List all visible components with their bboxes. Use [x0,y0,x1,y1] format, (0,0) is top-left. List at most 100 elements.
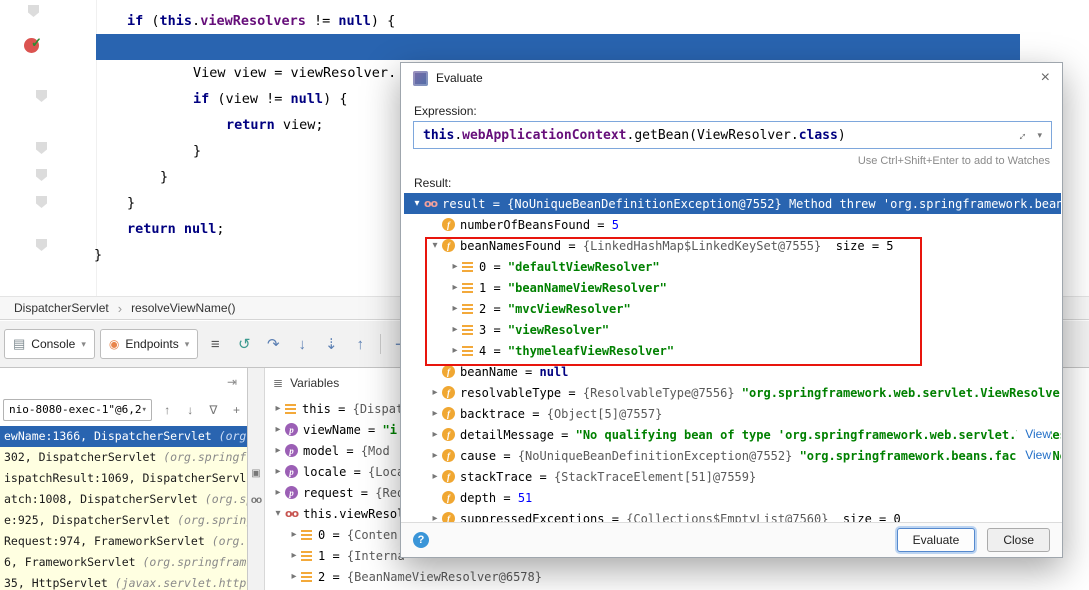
close-icon[interactable]: × [1041,70,1050,86]
frame-row-selected[interactable]: ewName:1366, DispatcherServlet (org.sp [0,426,247,447]
evaluate-button[interactable]: Evaluate [897,528,976,552]
result-row[interactable]: ▸ 2 = "mvcViewResolver" [404,298,1061,319]
result-row[interactable]: ▸ 3 = "viewResolver" [404,319,1061,340]
result-row[interactable]: ▸ f stackTrace = {StackTraceElement[51]@… [404,466,1061,487]
step-over-icon[interactable]: ↷ [261,335,285,353]
chevron-down-icon: ▾ [185,339,190,350]
result-row[interactable]: f numberOfBeansFound = 5 [404,214,1061,235]
result-row[interactable]: f depth = 51 [404,487,1061,508]
console-icon: ▤ [13,336,25,352]
frames-list: ewName:1366, DispatcherServlet (org.sp 3… [0,426,247,590]
tree-expander-icon[interactable]: ▸ [448,345,462,356]
hide-frames-icon[interactable]: ∇ [206,403,221,417]
tab-endpoints[interactable]: ◉ Endpoints ▾ [100,329,198,359]
step-into-icon[interactable]: ↓ [290,336,314,353]
tree-expander-icon[interactable]: ▸ [448,324,462,335]
code-line[interactable]: } [94,242,102,268]
tree-expander-icon[interactable]: ▸ [287,571,301,582]
parameter-icon: p [285,423,298,436]
result-label: Result: [414,176,451,190]
previous-frame-icon[interactable]: ↑ [160,403,175,417]
tree-expander-icon[interactable]: ▸ [271,466,285,477]
view-link[interactable]: View [1017,445,1051,466]
thread-row: nio-8080-exec-1"@6,2 ▾ ↑ ↓ ∇ + [0,396,247,423]
chevron-down-icon[interactable]: ▾ [1037,130,1042,141]
result-row[interactable]: ▸ f detailMessage = "No qualifying bean … [404,424,1061,445]
result-row[interactable]: ▸ 1 = "beanNameViewResolver" [404,277,1061,298]
frame-row[interactable]: ispatchResult:1069, DispatcherServlet (o… [0,468,247,489]
add-icon[interactable]: + [229,403,244,417]
frame-row[interactable]: 35, HttpServlet (javax.servlet.http) [0,573,247,590]
frame-row[interactable]: e:925, DispatcherServlet (org.springfram… [0,510,247,531]
code-line-current[interactable]: for (ViewResolver viewResolver : this.vi… [160,34,862,60]
code-line[interactable]: View view = viewResolver. [193,60,396,86]
field-icon: f [442,449,455,462]
copy-stack-icon[interactable]: ▣ [251,468,260,479]
next-frame-icon[interactable]: ↓ [183,403,198,417]
tree-expander-icon[interactable]: ▸ [271,445,285,456]
thread-selector[interactable]: nio-8080-exec-1"@6,2 ▾ [3,399,152,421]
help-icon[interactable]: ? [413,532,429,548]
step-out-icon[interactable]: ↑ [348,336,372,353]
tree-expander-icon[interactable]: ▸ [287,550,301,561]
tree-expander-icon[interactable]: ▸ [428,408,442,419]
result-row[interactable]: ▸ f cause = {NoUniqueBeanDefinitionExcep… [404,445,1061,466]
result-row[interactable]: f beanName = null [404,361,1061,382]
tree-expander-icon[interactable]: ▸ [428,471,442,482]
tree-expander-icon[interactable]: ▾ [428,240,442,251]
watch-icon: oo [285,507,298,520]
frame-row[interactable]: Request:974, FrameworkServlet (org.sprin [0,531,247,552]
variable-row[interactable]: ▸ 2 = {BeanNameViewResolver@6578} [265,566,1089,587]
bookmark-icon [36,169,47,181]
breadcrumb-class[interactable]: DispatcherServlet [14,301,109,315]
frame-row[interactable]: atch:1008, DispatcherServlet (org.spring… [0,489,247,510]
result-row[interactable]: ▸ f resolvableType = {ResolvableType@755… [404,382,1061,403]
menu-icon[interactable]: ≣ [273,376,283,390]
frame-row[interactable]: 302, DispatcherServlet (org.springframew [0,447,247,468]
dialog-footer: ? Evaluate Close [401,522,1062,557]
view-link[interactable]: View [1017,424,1051,445]
tree-expander-icon[interactable]: ▸ [271,487,285,498]
tree-expander-icon[interactable]: ▸ [287,529,301,540]
breakpoint-verified-check-icon: ✓ [31,35,42,51]
result-row[interactable]: ▸ f backtrace = {Object[5]@7557} [404,403,1061,424]
result-icon: oo [424,197,437,210]
code-line[interactable]: } [127,190,135,216]
result-row[interactable]: ▸ 0 = "defaultViewResolver" [404,256,1061,277]
frames-panel-header: ⇥ [0,368,247,396]
layout-menu-icon[interactable]: ≡ [203,336,227,353]
tree-expander-icon[interactable]: ▸ [448,303,462,314]
code-line[interactable]: if (this.viewResolvers != null) { [127,8,395,34]
expand-icon[interactable]: ↔ [1012,126,1030,144]
breadcrumb-method[interactable]: resolveViewName() [131,301,235,315]
focus-frame-icon[interactable]: ⇥ [227,375,237,389]
code-line[interactable]: } [193,138,201,164]
result-row[interactable]: ▾ f beanNamesFound = {LinkedHashMap$Link… [404,235,1061,256]
result-row-selected[interactable]: ▾ oo result = {NoUniqueBeanDefinitionExc… [404,193,1061,214]
tree-expander-icon[interactable]: ▸ [448,261,462,272]
code-line[interactable]: return null; [127,216,225,242]
frame-row[interactable]: 6, FrameworkServlet (org.springframewo [0,552,247,573]
tree-expander-icon[interactable]: ▸ [448,282,462,293]
watches-icon[interactable]: oo [251,495,261,506]
tab-console[interactable]: ▤ Console ▾ [4,329,95,359]
tree-expander-icon[interactable]: ▸ [271,403,285,414]
expression-label: Expression: [414,104,477,118]
result-row[interactable]: ▸ 4 = "thymeleafViewResolver" [404,340,1061,361]
tree-expander-icon[interactable]: ▸ [428,429,442,440]
expression-input[interactable]: this.webApplicationContext.getBean(ViewR… [413,121,1052,149]
tab-label: Console [31,337,75,351]
code-line[interactable]: if (view != null) { [193,86,347,112]
rerun-icon[interactable]: ↺ [232,335,256,353]
code-line[interactable]: return view; [226,112,324,138]
tree-expander-icon[interactable]: ▸ [428,450,442,461]
code-line[interactable]: } [160,164,168,190]
parameter-icon: p [285,444,298,457]
tree-expander-icon[interactable]: ▸ [271,424,285,435]
tree-expander-icon[interactable]: ▸ [428,387,442,398]
force-step-into-icon[interactable]: ⇣ [319,335,343,353]
tree-expander-icon[interactable]: ▾ [271,508,285,519]
list-item-icon [462,304,473,314]
close-button[interactable]: Close [987,528,1050,552]
tree-expander-icon[interactable]: ▾ [410,198,424,209]
